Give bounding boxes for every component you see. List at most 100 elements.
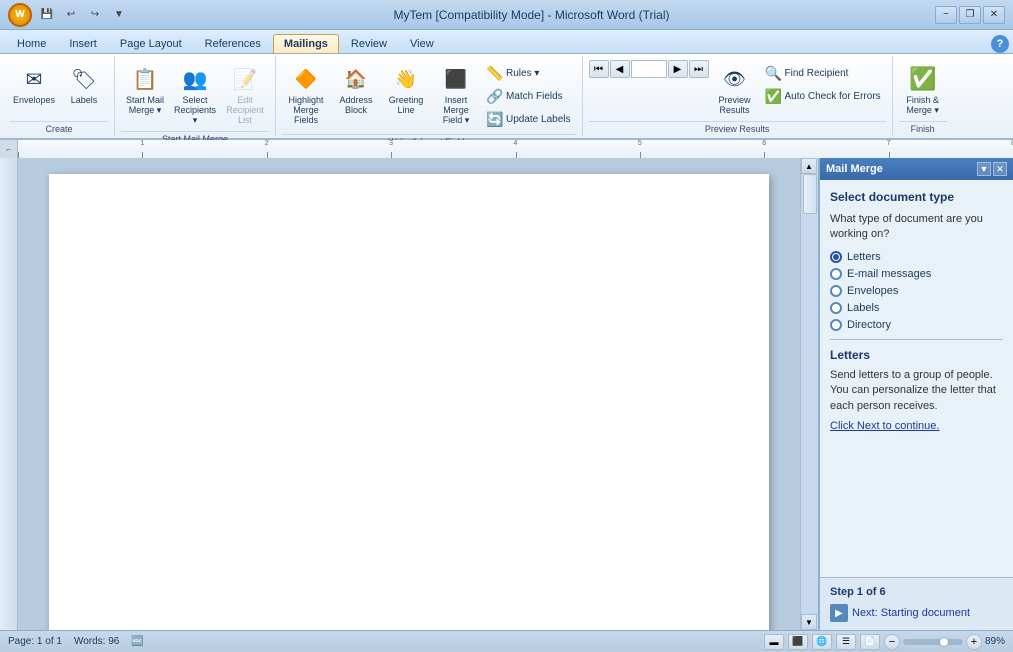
update-labels-button[interactable]: 🔄 Update Labels — [482, 108, 576, 130]
update-labels-label: Update Labels — [506, 114, 571, 125]
address-block-button[interactable]: 🏠 AddressBlock — [332, 60, 380, 119]
zoom-out-button[interactable]: − — [884, 634, 900, 650]
create-group-content: ✉ Envelopes 🏷 Labels — [10, 58, 108, 121]
scroll-track[interactable] — [801, 174, 818, 614]
minimize-button[interactable]: − — [935, 6, 957, 24]
draft-view-button[interactable]: 📄 — [860, 634, 880, 650]
panel-close-button[interactable]: ✕ — [993, 162, 1007, 176]
help-button[interactable]: ? — [991, 35, 1009, 53]
outline-view-button[interactable]: ☰ — [836, 634, 856, 650]
document-area[interactable] — [18, 158, 800, 630]
main-area: ▲ ▼ Mail Merge ▼ ✕ Select document type … — [0, 158, 1013, 630]
select-recipients-icon: 👥 — [179, 63, 211, 95]
tab-references[interactable]: References — [194, 34, 272, 53]
option-directory-label: Directory — [847, 319, 891, 331]
next-link[interactable]: ▶ Next: Starting document — [830, 604, 1003, 622]
close-button[interactable]: ✕ — [983, 6, 1005, 24]
last-record-button[interactable]: ⏭ — [689, 60, 709, 78]
web-layout-view-button[interactable]: 🌐 — [812, 634, 832, 650]
envelopes-button[interactable]: ✉ Envelopes — [10, 60, 58, 109]
info-heading: Letters — [830, 348, 1003, 362]
tab-page-layout[interactable]: Page Layout — [109, 34, 193, 53]
next-label: Next: Starting document — [852, 607, 970, 619]
tab-view[interactable]: View — [399, 34, 445, 53]
preview-results-button[interactable]: 👁 PreviewResults — [711, 60, 759, 119]
panel-content: Select document type What type of docume… — [820, 180, 1013, 577]
info-text: Send letters to a group of people. You c… — [830, 368, 1003, 414]
finish-content: ✅ Finish &Merge ▾ — [899, 58, 947, 121]
preview-content: ⏮ ◀ ▶ ⏭ 👁 PreviewResults 🔍 Find Recipien… — [589, 58, 886, 121]
tab-home[interactable]: Home — [6, 34, 57, 53]
rules-button[interactable]: 📏 Rules ▾ — [482, 62, 576, 84]
start-mail-merge-label: Start MailMerge ▾ — [126, 96, 164, 116]
restore-button[interactable]: ❐ — [959, 6, 981, 24]
window-controls: − ❐ ✕ — [935, 6, 1005, 24]
scroll-up-button[interactable]: ▲ — [801, 158, 817, 174]
ribbon-group-preview: ⏮ ◀ ▶ ⏭ 👁 PreviewResults 🔍 Find Recipien… — [583, 56, 893, 136]
office-logo[interactable]: W — [8, 3, 32, 27]
find-recipient-label: Find Recipient — [785, 68, 849, 79]
option-envelopes[interactable]: Envelopes — [830, 285, 1003, 297]
zoom-slider[interactable] — [903, 639, 963, 645]
radio-letters-circle — [830, 251, 842, 263]
labels-button[interactable]: 🏷 Labels — [60, 60, 108, 109]
ribbon-tabs: Home Insert Page Layout References Maili… — [0, 30, 1013, 54]
undo-qat-button[interactable]: ↩ — [62, 6, 80, 24]
zoom-in-button[interactable]: + — [966, 634, 982, 650]
spelling-icon[interactable]: 🔤 — [131, 636, 143, 647]
finish-merge-button[interactable]: ✅ Finish &Merge ▾ — [899, 60, 947, 119]
scroll-thumb[interactable] — [803, 174, 817, 214]
option-letters[interactable]: Letters — [830, 251, 1003, 263]
radio-envelopes-circle — [830, 285, 842, 297]
edit-recipient-list-icon: 📝 — [229, 63, 261, 95]
panel-collapse-button[interactable]: ▼ — [977, 162, 991, 176]
highlight-merge-fields-button[interactable]: 🔶 HighlightMerge Fields — [282, 60, 330, 129]
option-directory[interactable]: Directory — [830, 319, 1003, 331]
start-mail-merge-button[interactable]: 📋 Start MailMerge ▾ — [121, 60, 169, 119]
edit-recipient-list-button[interactable]: 📝 Edit Recipient List — [221, 60, 269, 129]
insert-merge-field-button[interactable]: ⬛ Insert MergeField ▾ — [432, 60, 480, 129]
greeting-line-icon: 👋 — [390, 63, 422, 95]
greeting-line-button[interactable]: 👋 GreetingLine — [382, 60, 430, 119]
highlight-merge-fields-label: HighlightMerge Fields — [285, 96, 327, 126]
first-record-button[interactable]: ⏮ — [589, 60, 609, 78]
record-number-input[interactable] — [631, 60, 667, 78]
rules-label: Rules ▾ — [506, 68, 539, 79]
vertical-scrollbar[interactable]: ▲ ▼ — [800, 158, 818, 630]
select-recipients-button[interactable]: 👥 SelectRecipients ▾ — [171, 60, 219, 129]
print-layout-view-button[interactable]: ▬ — [764, 634, 784, 650]
radio-email-circle — [830, 268, 842, 280]
insert-merge-field-icon: ⬛ — [440, 63, 472, 95]
full-screen-view-button[interactable]: ⬛ — [788, 634, 808, 650]
next-record-button[interactable]: ▶ — [668, 60, 688, 78]
match-fields-button[interactable]: 🔗 Match Fields — [482, 85, 576, 107]
find-recipient-icon: 🔍 — [766, 65, 782, 81]
redo-qat-button[interactable]: ↪ — [86, 6, 104, 24]
info-link[interactable]: Click Next to continue. — [830, 420, 1003, 432]
find-recipient-button[interactable]: 🔍 Find Recipient — [761, 62, 886, 84]
finish-group-label: Finish — [899, 121, 947, 134]
status-bar: Page: 1 of 1 Words: 96 🔤 ▬ ⬛ 🌐 ☰ 📄 − + 8… — [0, 630, 1013, 652]
save-qat-button[interactable]: 💾 — [38, 6, 56, 24]
option-email-messages[interactable]: E-mail messages — [830, 268, 1003, 280]
tab-mailings[interactable]: Mailings — [273, 34, 339, 53]
tab-review[interactable]: Review — [340, 34, 398, 53]
panel-title: Mail Merge — [826, 163, 883, 175]
ribbon-group-write-insert: 🔶 HighlightMerge Fields 🏠 AddressBlock 👋… — [276, 56, 583, 136]
greeting-line-label: GreetingLine — [389, 96, 424, 116]
write-insert-content: 🔶 HighlightMerge Fields 🏠 AddressBlock 👋… — [282, 58, 576, 134]
customize-qat-button[interactable]: ▼ — [110, 6, 128, 24]
labels-icon: 🏷 — [68, 63, 100, 95]
auto-check-button[interactable]: ✅ Auto Check for Errors — [761, 85, 886, 107]
prev-record-button[interactable]: ◀ — [610, 60, 630, 78]
finish-merge-label: Finish &Merge ▾ — [906, 96, 939, 116]
scroll-down-button[interactable]: ▼ — [801, 614, 817, 630]
horizontal-ruler: 12345678 — [18, 140, 1013, 158]
option-letters-label: Letters — [847, 251, 881, 263]
option-labels[interactable]: Labels — [830, 302, 1003, 314]
insert-merge-field-label: Insert MergeField ▾ — [435, 96, 477, 126]
zoom-slider-thumb[interactable] — [939, 637, 949, 647]
address-block-icon: 🏠 — [340, 63, 372, 95]
preview-results-icon: 👁 — [719, 63, 751, 95]
tab-insert[interactable]: Insert — [58, 34, 108, 53]
